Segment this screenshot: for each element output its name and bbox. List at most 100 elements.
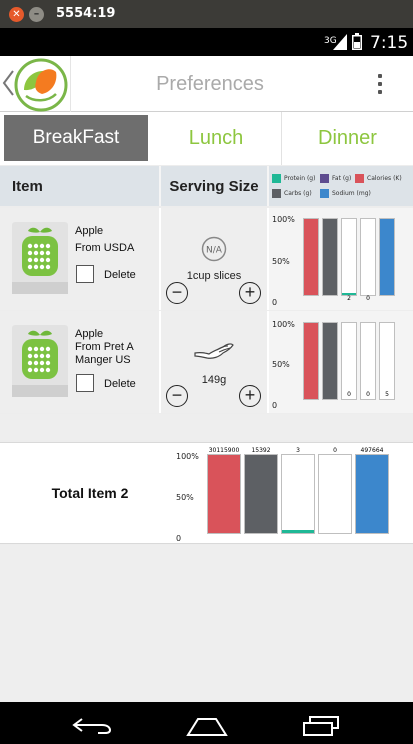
food-source: From Pret A Manger US <box>75 341 134 366</box>
food-row: Apple From USDA Delete N/A 1cup slices −… <box>0 208 413 310</box>
food-row: Apple From Pret A Manger US Delete 149g … <box>0 311 413 413</box>
signal-icon <box>333 34 347 50</box>
chart-bar: 3 <box>281 447 315 534</box>
chart-bar-fill <box>245 455 277 533</box>
legend-item: Calories (K) <box>355 174 402 183</box>
window-title: 5554:19 <box>56 6 116 21</box>
legend-item: Protein (g) <box>272 174 315 183</box>
increase-serving-button[interactable]: + <box>239 282 261 304</box>
delete-label: Delete <box>104 269 136 281</box>
tab-dinner[interactable]: Dinner <box>281 112 413 165</box>
chart-bar-label: 0 <box>347 391 351 398</box>
legend-item: Fat (g) <box>320 174 351 183</box>
decrease-serving-button[interactable]: − <box>166 385 188 407</box>
chart-bar-fill <box>208 455 240 533</box>
chart-bar-label: 15392 <box>251 447 271 454</box>
apple-food-icon[interactable] <box>12 325 68 405</box>
window-close-button[interactable]: ✕ <box>9 7 24 22</box>
nav-back-icon[interactable] <box>72 716 112 734</box>
chart-bar-label: 5 <box>385 391 389 398</box>
overflow-menu-icon[interactable] <box>372 72 388 96</box>
nutrition-chart: 100% 50% 0 0 0 5 <box>269 311 413 413</box>
legend-swatch <box>320 174 329 183</box>
battery-icon <box>352 33 362 50</box>
chart-bar-label: 0 <box>333 447 337 454</box>
legend-item: Sodium (mg) <box>320 189 371 198</box>
empty-area <box>0 545 413 702</box>
chart-bar: 0 <box>318 447 352 534</box>
status-bar: 3G 7:15 <box>0 28 413 56</box>
food-name: Apple <box>75 328 104 340</box>
delete-label: Delete <box>104 378 136 390</box>
legend-swatch <box>272 174 281 183</box>
chart-bar-label: 3 <box>296 447 300 454</box>
food-item-cell: Apple From USDA Delete <box>0 208 159 310</box>
chart-bar <box>303 218 319 296</box>
legend-item: Carbs (g) <box>272 189 312 198</box>
back-chevron-icon[interactable] <box>2 70 14 96</box>
page-title: Preferences <box>156 73 264 95</box>
delete-checkbox[interactable] <box>76 265 94 283</box>
chart-bar-fill <box>304 323 318 399</box>
axis-tick-label: 50% <box>272 257 290 266</box>
chart-bar: 30115900 <box>207 447 241 534</box>
total-nutrition-chart: 100% 50% 0 30115900 15392 3 0 497664 <box>172 446 413 543</box>
axis-tick-label: 100% <box>272 320 295 329</box>
chart-bar <box>322 322 338 400</box>
chart-bar-fill <box>356 455 388 533</box>
nav-recent-apps-icon[interactable] <box>302 716 340 736</box>
chart-bar-label: 0 <box>366 391 370 398</box>
header-divider <box>267 166 269 206</box>
chart-bar-fill <box>282 529 314 533</box>
serving-size-cell: 149g − + <box>161 311 267 413</box>
decrease-serving-button[interactable]: − <box>166 282 188 304</box>
chart-bar-fill <box>323 323 337 399</box>
total-item-count: 2 <box>120 485 129 501</box>
apple-food-icon[interactable] <box>12 222 68 302</box>
table-header: Item Serving Size Protein (g) Fat (g) Ca… <box>0 166 413 206</box>
serving-na-icon: N/A <box>201 236 227 262</box>
serving-size-cell: N/A 1cup slices − + <box>161 208 267 310</box>
legend-label: Sodium (mg) <box>332 190 371 197</box>
chart-bar-fill <box>323 219 337 295</box>
total-row: Total Item 2 100% 50% 0 30115900 15392 3 0 4… <box>0 442 413 544</box>
legend-label: Protein (g) <box>284 175 316 182</box>
axis-tick-label: 50% <box>272 360 290 369</box>
window-minimize-button[interactable]: – <box>29 7 44 22</box>
chart-bar: 497664 <box>355 447 389 534</box>
chart-bar <box>379 218 395 296</box>
axis-tick-label: 100% <box>272 215 295 224</box>
status-clock: 7:15 <box>370 33 409 53</box>
axis-tick-label: 0 <box>272 401 278 410</box>
total-item-label: Total Item 2 <box>0 485 180 501</box>
increase-serving-button[interactable]: + <box>239 385 261 407</box>
nav-home-icon[interactable] <box>186 718 228 736</box>
nutrition-chart: 100% 50% 0 2 0 <box>269 208 413 310</box>
chart-bar-label: 0 <box>366 295 370 302</box>
legend-label: Fat (g) <box>332 175 352 182</box>
app-screen: ✕ – 5554:19 3G 7:15 Preferences BreakFas… <box>0 0 413 744</box>
hand-portion-icon <box>194 343 234 359</box>
axis-tick-label: 0 <box>176 534 182 543</box>
tab-breakfast[interactable]: BreakFast <box>4 115 148 161</box>
chart-bar: 5 <box>379 322 395 400</box>
tab-lunch[interactable]: Lunch <box>152 112 280 165</box>
food-name: Apple <box>75 225 104 237</box>
delete-checkbox[interactable] <box>76 374 94 392</box>
action-bar-divider <box>70 56 71 112</box>
chart-bar <box>322 218 338 296</box>
column-header-serving-size: Serving Size <box>169 178 259 195</box>
list-spacer <box>0 414 413 440</box>
chart-bar-label: 497664 <box>360 447 384 454</box>
axis-tick-label: 0 <box>272 298 278 307</box>
chart-bar: 2 <box>341 218 357 302</box>
legend-swatch <box>320 189 329 198</box>
food-source: From USDA <box>75 242 135 254</box>
chart-bar-label: 2 <box>347 295 351 302</box>
chart-bar: 0 <box>341 322 357 400</box>
chart-bar: 0 <box>360 218 376 302</box>
meal-tabs: BreakFast Lunch Dinner <box>0 112 413 165</box>
app-logo-icon <box>14 58 68 112</box>
chart-bar <box>303 322 319 400</box>
axis-tick-label: 50% <box>176 493 194 502</box>
